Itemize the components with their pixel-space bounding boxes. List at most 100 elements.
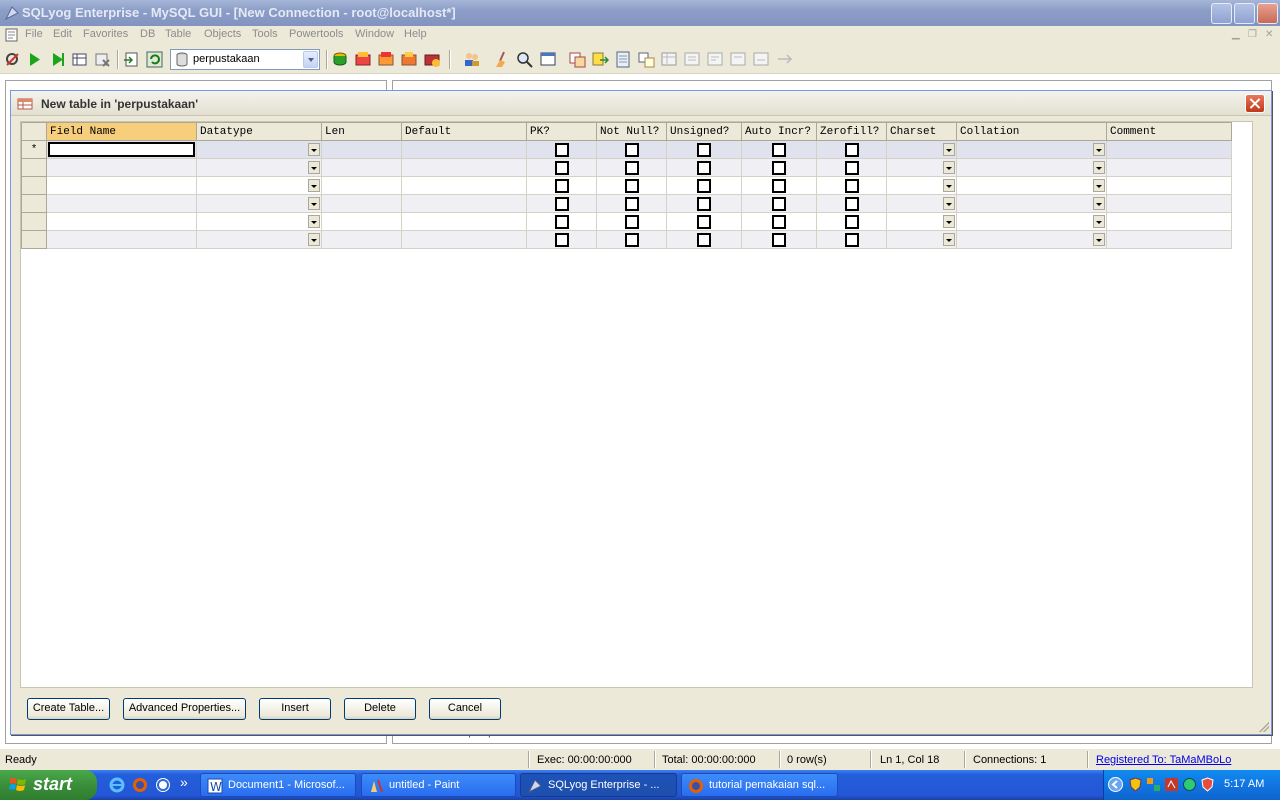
- security-shield-icon[interactable]: [1200, 777, 1215, 792]
- default-cell[interactable]: [401, 140, 527, 159]
- checkbox[interactable]: [697, 233, 711, 247]
- chevron-down-icon[interactable]: [1093, 233, 1105, 246]
- unsigned-cell[interactable]: [666, 194, 742, 213]
- collation-cell[interactable]: [956, 230, 1107, 249]
- clean-icon[interactable]: [494, 51, 511, 68]
- checkbox[interactable]: [844, 179, 859, 193]
- network-icon[interactable]: [1146, 777, 1161, 792]
- datatype-cell[interactable]: [196, 194, 322, 213]
- unsigned-cell[interactable]: [666, 176, 742, 195]
- charset-cell[interactable]: [886, 158, 957, 177]
- col-header-unsigned[interactable]: Unsigned?: [666, 122, 742, 141]
- checkbox[interactable]: [624, 179, 639, 193]
- charset-cell[interactable]: [886, 176, 957, 195]
- default-cell[interactable]: [401, 158, 527, 177]
- comment-cell[interactable]: [1106, 140, 1232, 159]
- not-null-cell[interactable]: [596, 140, 667, 159]
- field-row[interactable]: [21, 230, 1232, 249]
- menu-table[interactable]: Table: [165, 28, 191, 40]
- chevron-down-icon[interactable]: [943, 197, 955, 210]
- auto-incr-cell[interactable]: [741, 230, 817, 249]
- stop-icon[interactable]: [94, 51, 111, 68]
- pk-cell[interactable]: [526, 212, 597, 231]
- unsigned-cell[interactable]: [666, 230, 742, 249]
- charset-cell[interactable]: [886, 230, 957, 249]
- chevron-down-icon[interactable]: [943, 215, 955, 228]
- mdi-restore-icon[interactable]: ❐: [1248, 29, 1257, 40]
- len-cell[interactable]: [321, 194, 402, 213]
- pk-cell[interactable]: [526, 176, 597, 195]
- pk-cell[interactable]: [526, 140, 597, 159]
- checkbox[interactable]: [697, 197, 711, 211]
- close-window-button[interactable]: [1257, 3, 1278, 24]
- row-header[interactable]: *: [21, 140, 47, 159]
- comment-cell[interactable]: [1106, 158, 1232, 177]
- advanced-properties-button[interactable]: Advanced Properties...: [123, 698, 246, 720]
- chevron-down-icon[interactable]: [308, 143, 320, 156]
- not-null-cell[interactable]: [596, 230, 667, 249]
- collation-cell[interactable]: [956, 140, 1107, 159]
- start-button[interactable]: start: [0, 770, 97, 800]
- pk-cell[interactable]: [526, 158, 597, 177]
- checkbox[interactable]: [697, 179, 711, 193]
- field-name-cell[interactable]: [46, 230, 197, 249]
- field-name-cell[interactable]: [46, 194, 197, 213]
- menu-favorites[interactable]: Favorites: [83, 28, 128, 40]
- col-header-auto-incr[interactable]: Auto Incr?: [741, 122, 817, 141]
- create-database-icon[interactable]: [332, 51, 349, 68]
- checkbox[interactable]: [844, 143, 859, 157]
- chevron-down-icon[interactable]: [943, 143, 955, 156]
- checkbox[interactable]: [624, 233, 639, 247]
- menu-powertools[interactable]: Powertools: [289, 28, 343, 40]
- checkbox[interactable]: [844, 161, 859, 175]
- checkbox[interactable]: [554, 233, 569, 247]
- chevron-down-icon[interactable]: [303, 51, 318, 68]
- col-header-zerofill[interactable]: Zerofill?: [816, 122, 887, 141]
- mdi-minimize-icon[interactable]: ▁: [1232, 29, 1240, 40]
- collation-cell[interactable]: [956, 212, 1107, 231]
- chevron-down-icon[interactable]: [308, 233, 320, 246]
- unsigned-cell[interactable]: [666, 140, 742, 159]
- checkbox[interactable]: [844, 197, 859, 211]
- minimize-button[interactable]: [1211, 3, 1232, 24]
- unsigned-cell[interactable]: [666, 212, 742, 231]
- menu-tools[interactable]: Tools: [252, 28, 278, 40]
- default-cell[interactable]: [401, 194, 527, 213]
- refresh-icon[interactable]: [146, 51, 163, 68]
- charset-cell[interactable]: [886, 194, 957, 213]
- quicklaunch-more-icon[interactable]: »: [180, 774, 188, 790]
- not-null-cell[interactable]: [596, 158, 667, 177]
- execute-all-icon[interactable]: [49, 51, 66, 68]
- charset-cell[interactable]: [886, 140, 957, 159]
- col-header-default[interactable]: Default: [401, 122, 527, 141]
- pk-cell[interactable]: [526, 230, 597, 249]
- datatype-cell[interactable]: [196, 212, 322, 231]
- pdf-icon[interactable]: [1164, 777, 1179, 792]
- not-null-cell[interactable]: [596, 176, 667, 195]
- checkbox[interactable]: [772, 215, 786, 229]
- not-null-cell[interactable]: [596, 194, 667, 213]
- zerofill-cell[interactable]: [816, 230, 887, 249]
- menu-db[interactable]: DB: [140, 28, 155, 40]
- tray-expand-icon[interactable]: [1108, 777, 1123, 792]
- len-cell[interactable]: [321, 158, 402, 177]
- antivirus-icon[interactable]: [1128, 777, 1143, 792]
- unsigned-cell[interactable]: [666, 158, 742, 177]
- zerofill-cell[interactable]: [816, 194, 887, 213]
- search-icon[interactable]: [516, 51, 533, 68]
- auto-incr-cell[interactable]: [741, 158, 817, 177]
- checkbox[interactable]: [624, 215, 639, 229]
- collation-cell[interactable]: [956, 158, 1107, 177]
- ie-icon[interactable]: [109, 777, 125, 793]
- default-cell[interactable]: [401, 176, 527, 195]
- sync-icon[interactable]: [638, 51, 655, 68]
- checkbox[interactable]: [697, 143, 711, 157]
- col-header-charset[interactable]: Charset: [886, 122, 957, 141]
- table-diagnostics-icon[interactable]: [661, 51, 678, 68]
- backup-icon[interactable]: [615, 51, 632, 68]
- field-name-cell[interactable]: [46, 176, 197, 195]
- chevron-down-icon[interactable]: [943, 161, 955, 174]
- field-name-cell[interactable]: [46, 140, 197, 159]
- field-row[interactable]: [21, 212, 1232, 231]
- copy-table-icon[interactable]: [569, 51, 586, 68]
